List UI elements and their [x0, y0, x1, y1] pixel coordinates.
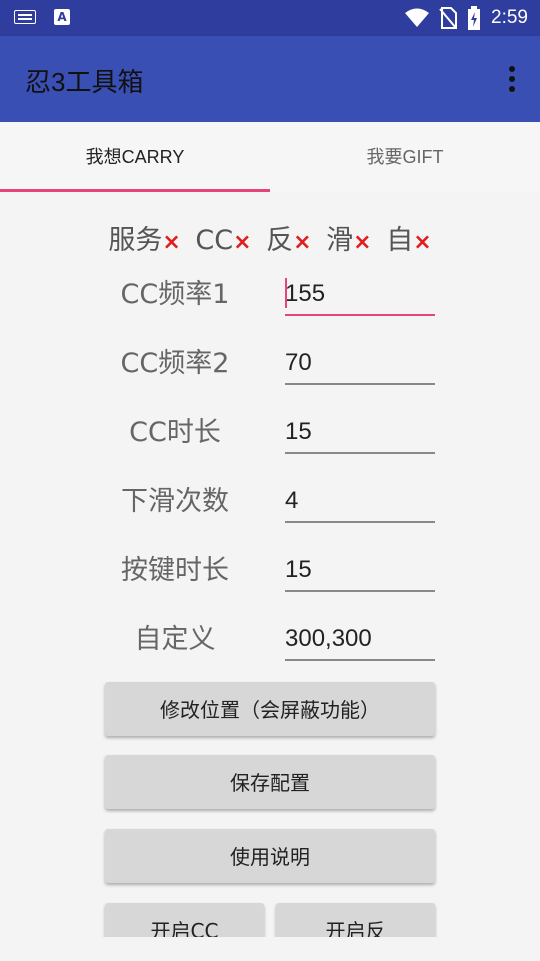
close-icon: × [233, 230, 252, 255]
app-toolbar: 忍3工具箱 [0, 36, 540, 122]
instructions-button[interactable]: 使用说明 [105, 829, 435, 883]
no-sim-icon [439, 7, 458, 29]
status-cc: CC× [195, 225, 252, 256]
cc-duration-label: CC时长 [129, 417, 221, 448]
key-duration-label: 按键时长 [121, 555, 229, 586]
close-icon: × [353, 230, 372, 255]
battery-charging-icon [468, 6, 481, 30]
tab-bar: 我想CARRY 我要GIFT [0, 122, 540, 192]
more-vert-icon[interactable] [508, 66, 516, 92]
form-row-cc-freq-1: CC频率1 [0, 264, 540, 324]
save-config-button[interactable]: 保存配置 [105, 755, 435, 809]
clock: 2:59 [491, 7, 528, 28]
form-row-slide-count: 下滑次数 [0, 471, 540, 531]
close-icon: × [413, 230, 432, 255]
close-icon: × [162, 230, 181, 255]
tab-carry[interactable]: 我想CARRY [0, 122, 270, 192]
tab-indicator [0, 189, 270, 192]
modify-position-button[interactable]: 修改位置（会屏蔽功能） [105, 682, 435, 736]
form-row-cc-duration: CC时长 [0, 402, 540, 462]
close-icon: × [293, 230, 312, 255]
cc-freq-2-label: CC频率2 [120, 348, 230, 379]
slide-count-input[interactable] [285, 481, 435, 523]
slide-count-label: 下滑次数 [121, 486, 229, 517]
wifi-icon [405, 8, 430, 27]
cc-freq-1-label: CC频率1 [120, 279, 230, 310]
service-status-row: 服务× CC× 反× 滑× 自× [0, 218, 540, 257]
status-bar: A 2:59 [0, 0, 540, 36]
app-title: 忍3工具箱 [25, 67, 144, 97]
status-reverse: 反× [266, 225, 312, 256]
status-custom: 自× [386, 225, 432, 256]
form-row-custom: 自定义 [0, 609, 540, 669]
status-service: 服务× [108, 225, 181, 256]
cc-freq-1-input[interactable] [285, 274, 435, 316]
tab-gift[interactable]: 我要GIFT [270, 122, 540, 192]
custom-input[interactable] [285, 619, 435, 661]
keyboard-icon [14, 10, 36, 24]
form-row-cc-freq-2: CC频率2 [0, 333, 540, 393]
custom-label: 自定义 [134, 624, 216, 655]
bottom-fade [0, 937, 540, 961]
cc-freq-2-input[interactable] [285, 343, 435, 385]
cc-duration-input[interactable] [285, 412, 435, 454]
key-duration-input[interactable] [285, 550, 435, 592]
text-caret [285, 278, 287, 308]
form-row-key-duration: 按键时长 [0, 540, 540, 600]
status-slide: 滑× [326, 225, 372, 256]
a-icon: A [54, 9, 70, 25]
